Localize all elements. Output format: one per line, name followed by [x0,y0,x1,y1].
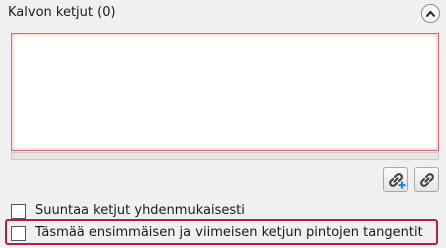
match-tangents-checkbox[interactable] [11,225,26,241]
link-add-icon [386,170,406,190]
collapse-button[interactable] [421,4,440,23]
align-chains-checkbox[interactable] [11,203,26,219]
list-resize-bar[interactable] [11,152,439,160]
add-chain-button[interactable] [383,167,408,192]
match-tangents-label: Täsmää ensimmäisen ja viimeisen ketjun p… [35,225,423,240]
align-chains-option[interactable]: Suuntaa ketjut yhdenmukaisesti [11,203,245,219]
align-chains-label: Suuntaa ketjut yhdenmukaisesti [35,203,245,218]
link-icon [417,170,437,190]
panel-title: Kalvon ketjut (0) [8,5,116,20]
link-button[interactable] [414,167,439,192]
chevron-up-icon [425,9,436,18]
match-tangents-option[interactable]: Täsmää ensimmäisen ja viimeisen ketjun p… [11,225,423,241]
chains-list[interactable] [11,33,439,151]
